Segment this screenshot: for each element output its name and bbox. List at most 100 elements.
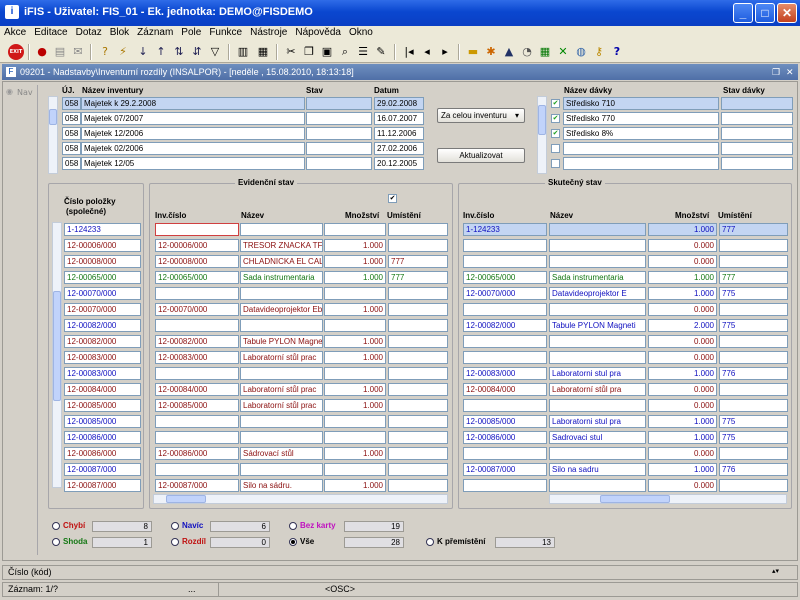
- evidence-hscroll-thumb[interactable]: [166, 495, 206, 503]
- actual-loc[interactable]: [719, 335, 788, 348]
- inv-row-name[interactable]: Majetek 02/2006: [81, 142, 305, 155]
- inv-scroll-thumb[interactable]: [49, 109, 57, 125]
- evidence-qty[interactable]: [324, 223, 386, 236]
- shoda-radio[interactable]: [52, 538, 60, 546]
- actual-name[interactable]: [549, 351, 646, 364]
- evidence-name[interactable]: Datavideoprojektor Eb: [240, 303, 323, 316]
- evidence-qty[interactable]: 1.000: [324, 447, 386, 460]
- batch-row-stav[interactable]: [721, 112, 793, 125]
- scope-select[interactable]: Za celou inventuru ▾: [437, 108, 525, 123]
- item-number[interactable]: 12-00085/000: [64, 399, 141, 412]
- actual-name[interactable]: [549, 223, 646, 236]
- actual-qty[interactable]: 0.000: [648, 255, 717, 268]
- batch-scroll-thumb[interactable]: [538, 105, 546, 135]
- exit-icon[interactable]: EXIT: [8, 44, 24, 60]
- evidence-name[interactable]: [240, 223, 323, 236]
- evidence-loc[interactable]: [388, 399, 448, 412]
- actual-inv[interactable]: [463, 335, 547, 348]
- evidence-name[interactable]: CHLADNICKA EL CAL: [240, 255, 323, 268]
- print-preview-icon[interactable]: ▤: [52, 44, 68, 60]
- inv-row-ul[interactable]: 058: [62, 157, 81, 170]
- print-icon[interactable]: ▥: [235, 44, 251, 60]
- evidence-loc[interactable]: [388, 463, 448, 476]
- evidence-qty[interactable]: 1.000: [324, 335, 386, 348]
- actual-name[interactable]: Sada instrumentaria: [549, 271, 646, 284]
- actual-name[interactable]: Laboratorni stul pra: [549, 367, 646, 380]
- evidence-inv[interactable]: 12-00087/000: [155, 479, 239, 492]
- minimize-button[interactable]: _: [733, 3, 753, 23]
- menu-nastroje[interactable]: Nástroje: [246, 26, 291, 39]
- evidence-loc[interactable]: [388, 287, 448, 300]
- clock-icon[interactable]: ◔: [519, 44, 535, 60]
- actual-qty[interactable]: 1.000: [648, 271, 717, 284]
- item-number[interactable]: 12-00083/000: [64, 367, 141, 380]
- evidence-loc[interactable]: [388, 431, 448, 444]
- actual-loc[interactable]: 776: [719, 367, 788, 380]
- inv-row-name[interactable]: Majetek 12/2006: [81, 127, 305, 140]
- evidence-qty[interactable]: 1.000: [324, 351, 386, 364]
- inv-row-datum[interactable]: 29.02.2008: [374, 97, 424, 110]
- inv-row-ul[interactable]: 058: [62, 127, 81, 140]
- batch-scrollbar[interactable]: [537, 96, 547, 174]
- item-number[interactable]: 12-00086/000: [64, 447, 141, 460]
- actual-qty[interactable]: 1.000: [648, 463, 717, 476]
- nav-icon[interactable]: ◉: [6, 87, 13, 96]
- sort-za-icon[interactable]: ⇵: [189, 44, 205, 60]
- item-number[interactable]: 12-00083/000: [64, 351, 141, 364]
- menu-pole[interactable]: Pole: [177, 26, 205, 39]
- evidence-name[interactable]: Tabule PYLON Magne: [240, 335, 323, 348]
- actual-inv[interactable]: [463, 399, 547, 412]
- item-number[interactable]: 12-00065/000: [64, 271, 141, 284]
- inv-row-datum[interactable]: 11.12.2006: [374, 127, 424, 140]
- inv-row-name[interactable]: Majetek 07/2007: [81, 112, 305, 125]
- actual-inv[interactable]: 12-00087/000: [463, 463, 547, 476]
- actual-name[interactable]: [549, 479, 646, 492]
- evidence-qty[interactable]: 1.000: [324, 479, 386, 492]
- batch-checkbox[interactable]: ✔: [551, 99, 560, 108]
- evidence-inv[interactable]: 12-00082/000: [155, 335, 239, 348]
- actual-qty[interactable]: 0.000: [648, 447, 717, 460]
- menu-editace[interactable]: Editace: [30, 26, 71, 39]
- actual-inv[interactable]: 12-00070/000: [463, 287, 547, 300]
- actual-qty[interactable]: 1.000: [648, 431, 717, 444]
- item-number[interactable]: 12-00070/000: [64, 303, 141, 316]
- evidence-qty[interactable]: 1.000: [324, 239, 386, 252]
- actual-qty[interactable]: 0.000: [648, 303, 717, 316]
- actual-loc[interactable]: [719, 351, 788, 364]
- evidence-qty[interactable]: [324, 463, 386, 476]
- form-restore-icon[interactable]: ❐: [772, 64, 780, 80]
- actual-qty[interactable]: 2.000: [648, 319, 717, 332]
- item-number[interactable]: 12-00084/000: [64, 383, 141, 396]
- evidence-name[interactable]: Laboratorní stůl prac: [240, 399, 323, 412]
- evidence-qty[interactable]: [324, 431, 386, 444]
- actual-inv[interactable]: 1-124233: [463, 223, 547, 236]
- actual-qty[interactable]: 1.000: [648, 415, 717, 428]
- actual-name[interactable]: [549, 255, 646, 268]
- item-number[interactable]: 12-00082/000: [64, 335, 141, 348]
- actual-loc[interactable]: 775: [719, 287, 788, 300]
- evidence-inv[interactable]: [155, 223, 239, 236]
- actual-inv[interactable]: [463, 239, 547, 252]
- evidence-name[interactable]: Laboratorní stůl prac: [240, 351, 323, 364]
- actual-inv[interactable]: [463, 351, 547, 364]
- actual-name[interactable]: Tabule PYLON Magneti: [549, 319, 646, 332]
- actual-qty[interactable]: 0.000: [648, 479, 717, 492]
- batch-checkbox[interactable]: ✔: [551, 114, 560, 123]
- evidence-checkbox[interactable]: ✔: [388, 194, 397, 203]
- edit-icon[interactable]: ✎: [373, 44, 389, 60]
- inv-row-ul[interactable]: 058: [62, 97, 81, 110]
- actual-qty[interactable]: 1.000: [648, 367, 717, 380]
- actual-loc[interactable]: 775: [719, 319, 788, 332]
- actual-name[interactable]: Laboratorni stul pra: [549, 415, 646, 428]
- evidence-inv[interactable]: 12-00070/000: [155, 303, 239, 316]
- menu-dotaz[interactable]: Dotaz: [72, 26, 106, 39]
- actual-loc[interactable]: [719, 303, 788, 316]
- evidence-loc[interactable]: [388, 239, 448, 252]
- next-record-icon[interactable]: ▸: [437, 44, 453, 60]
- find-icon[interactable]: ⌕: [337, 44, 353, 60]
- evidence-name[interactable]: TRESOR ZNACKA TF: [240, 239, 323, 252]
- evidence-loc[interactable]: [388, 319, 448, 332]
- evidence-qty[interactable]: 1.000: [324, 399, 386, 412]
- evidence-hscrollbar[interactable]: [153, 494, 448, 504]
- menu-blok[interactable]: Blok: [106, 26, 133, 39]
